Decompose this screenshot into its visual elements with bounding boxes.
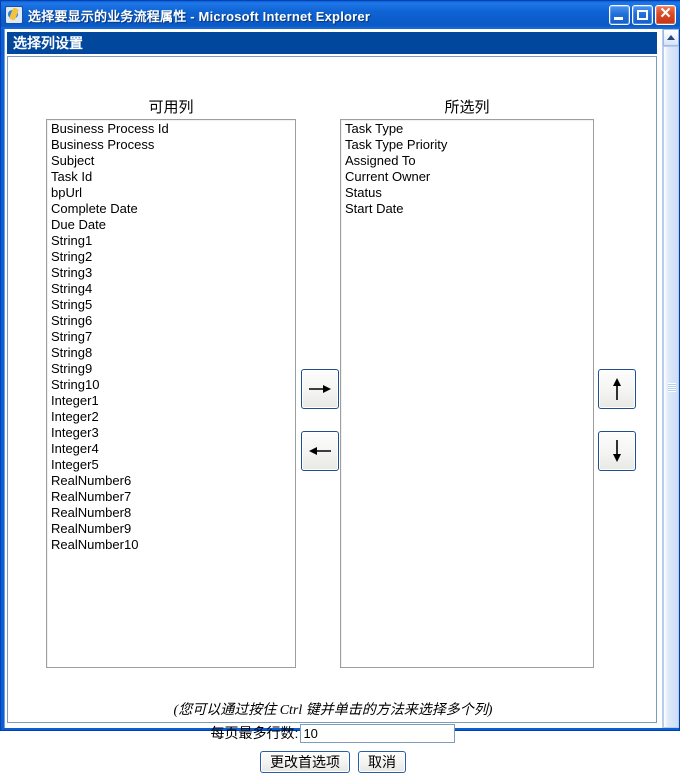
- list-item[interactable]: String6: [49, 313, 295, 329]
- ie-document-icon: [5, 6, 23, 24]
- cancel-button[interactable]: 取消: [358, 751, 406, 773]
- rows-per-page-input[interactable]: [300, 723, 456, 743]
- selected-columns-listbox[interactable]: Task Type Task Type Priority Assigned To…: [340, 119, 594, 668]
- selected-columns-caption: 所选列: [444, 99, 490, 116]
- available-columns-listbox[interactable]: Business Process Id Business Process Sub…: [46, 119, 296, 668]
- scroll-up-button[interactable]: [663, 29, 679, 46]
- list-item[interactable]: RealNumber7: [49, 489, 295, 505]
- list-item[interactable]: RealNumber6: [49, 473, 295, 489]
- list-item[interactable]: String1: [49, 233, 295, 249]
- settings-panel: 可用列 所选列 Business Process Id Business Pro…: [7, 56, 657, 773]
- list-item[interactable]: String9: [49, 361, 295, 377]
- add-column-button[interactable]: [301, 369, 339, 409]
- page-scrollbar[interactable]: [662, 29, 679, 728]
- list-item[interactable]: Due Date: [49, 217, 295, 233]
- list-item[interactable]: String3: [49, 265, 295, 281]
- window-title: 选择要显示的业务流程属性 - Microsoft Internet Explor…: [28, 8, 371, 24]
- list-item[interactable]: RealNumber9: [49, 521, 295, 537]
- list-item[interactable]: bpUrl: [49, 185, 295, 201]
- list-item[interactable]: Integer2: [49, 409, 295, 425]
- close-button[interactable]: [655, 3, 676, 25]
- list-item[interactable]: RealNumber8: [49, 505, 295, 521]
- rows-per-page-row: 每页最多行数:: [10, 723, 656, 743]
- selected-columns-list: Task Type Task Type Priority Assigned To…: [343, 121, 593, 217]
- page-content: 选择列设置 可用列 所选列 Business Process Id Busine…: [4, 29, 678, 773]
- scrollbar-thumb[interactable]: [663, 46, 679, 728]
- browser-window: 选择要显示的业务流程属性 - Microsoft Internet Explor…: [0, 0, 680, 773]
- list-item[interactable]: String10: [49, 377, 295, 393]
- move-column-up-button[interactable]: [598, 369, 636, 409]
- list-item[interactable]: Task Type: [343, 121, 593, 137]
- list-item[interactable]: Subject: [49, 153, 295, 169]
- list-item[interactable]: Integer5: [49, 457, 295, 473]
- remove-column-button[interactable]: [301, 431, 339, 471]
- arrow-right-icon: [308, 383, 332, 395]
- list-item[interactable]: Business Process: [49, 137, 295, 153]
- list-item[interactable]: Status: [343, 185, 593, 201]
- list-item[interactable]: Task Id: [49, 169, 295, 185]
- list-item[interactable]: String2: [49, 249, 295, 265]
- list-item[interactable]: Business Process Id: [49, 121, 295, 137]
- multi-select-hint: (您可以通过按住 Ctrl 键并单击的方法来选择多个列): [173, 703, 493, 718]
- list-item[interactable]: String7: [49, 329, 295, 345]
- list-item[interactable]: RealNumber10: [49, 537, 295, 553]
- scrollbar-track[interactable]: [663, 46, 679, 728]
- window-controls: [609, 3, 679, 25]
- list-item[interactable]: Task Type Priority: [343, 137, 593, 153]
- list-item[interactable]: Complete Date: [49, 201, 295, 217]
- maximize-button[interactable]: [632, 5, 653, 25]
- form-actions: 更改首选项 取消: [10, 751, 656, 773]
- arrow-left-icon: [308, 445, 332, 457]
- rows-per-page-label: 每页最多行数:: [210, 725, 299, 741]
- list-item[interactable]: Current Owner: [343, 169, 593, 185]
- list-item[interactable]: Assigned To: [343, 153, 593, 169]
- available-columns-list: Business Process Id Business Process Sub…: [49, 121, 295, 553]
- list-item[interactable]: Integer4: [49, 441, 295, 457]
- page-title: 选择列设置: [7, 32, 657, 54]
- move-column-down-button[interactable]: [598, 431, 636, 471]
- arrow-up-icon: [611, 377, 623, 401]
- list-item[interactable]: String8: [49, 345, 295, 361]
- minimize-button[interactable]: [609, 5, 630, 25]
- scrollbar-grip: [668, 383, 676, 392]
- chevron-up-icon: [667, 34, 675, 40]
- title-bar[interactable]: 选择要显示的业务流程属性 - Microsoft Internet Explor…: [1, 1, 680, 29]
- list-item[interactable]: Start Date: [343, 201, 593, 217]
- list-item[interactable]: Integer3: [49, 425, 295, 441]
- available-columns-caption: 可用列: [148, 99, 194, 116]
- submit-preferences-button[interactable]: 更改首选项: [260, 751, 350, 773]
- arrow-down-icon: [611, 439, 623, 463]
- list-item[interactable]: Integer1: [49, 393, 295, 409]
- list-item[interactable]: String4: [49, 281, 295, 297]
- list-item[interactable]: String5: [49, 297, 295, 313]
